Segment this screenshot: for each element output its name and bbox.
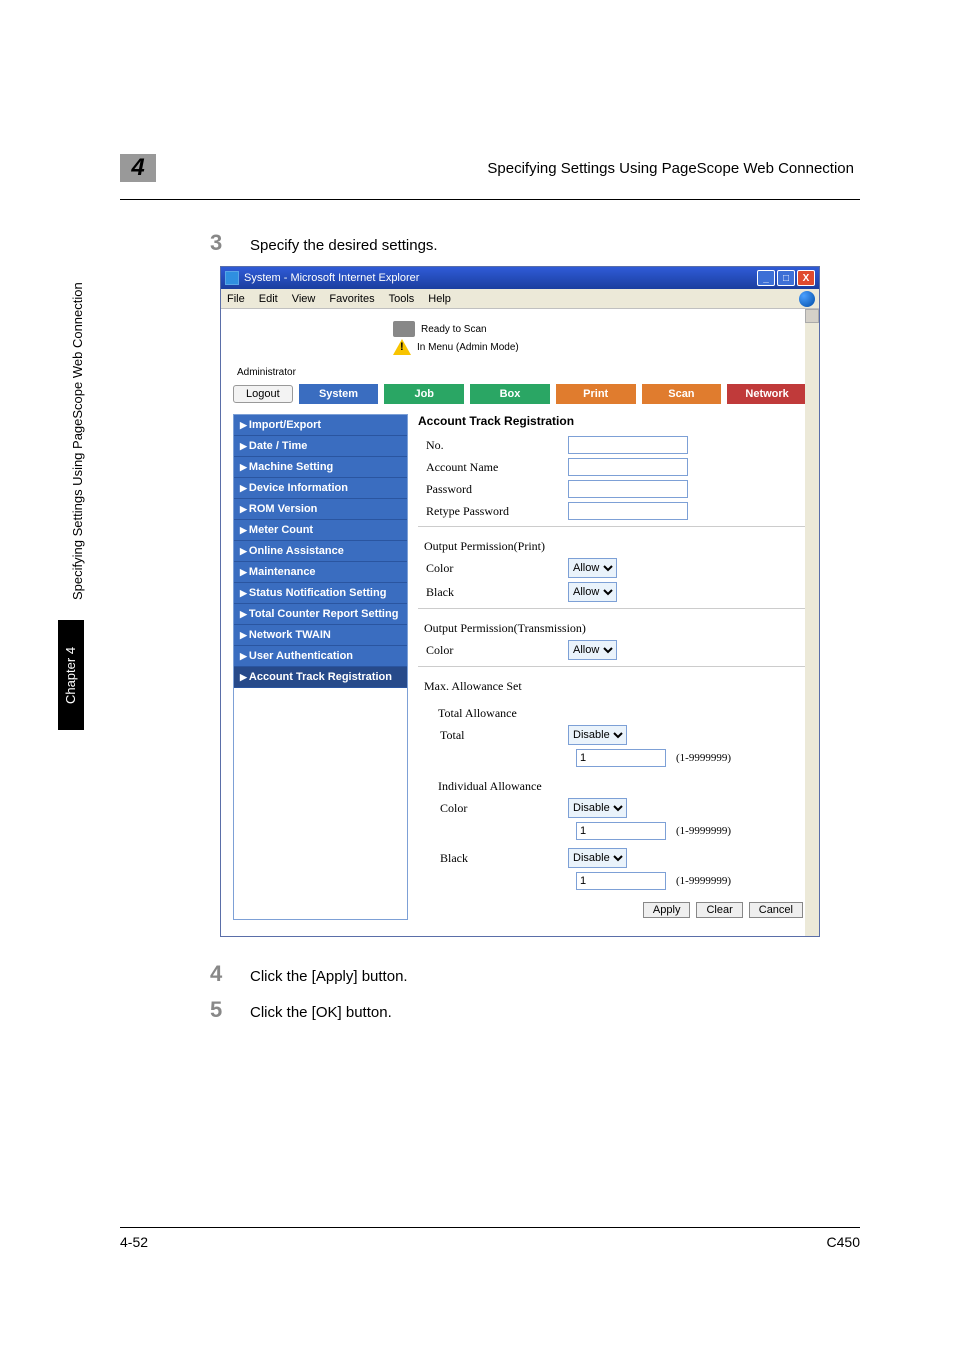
window-title: System - Microsoft Internet Explorer (244, 272, 419, 284)
sidebar-item-online-assistance[interactable]: ▶Online Assistance (234, 541, 407, 562)
label-print-black: Black (418, 585, 568, 600)
menu-file[interactable]: File (227, 293, 245, 305)
step-text: Specify the desired settings. (250, 237, 860, 254)
device-status: Ready to Scan In Menu (Admin Mode) (393, 321, 807, 355)
step-number: 4 (210, 961, 250, 987)
menu-view[interactable]: View (292, 293, 316, 305)
select-ind-color[interactable]: Disable (568, 798, 627, 818)
range-hint-ind-color: (1-9999999) (676, 825, 731, 837)
input-no[interactable] (568, 436, 688, 454)
browser-menubar: File Edit View Favorites Tools Help (221, 289, 819, 309)
sidebar-item-meter-count[interactable]: ▶Meter Count (234, 520, 407, 541)
sidebar-item-device-information[interactable]: ▶Device Information (234, 478, 407, 499)
tab-print[interactable]: Print (556, 384, 636, 404)
step-number: 5 (210, 997, 250, 1023)
label-no: No. (418, 438, 568, 453)
step-number: 3 (210, 230, 250, 256)
label-retype-password: Retype Password (418, 504, 568, 519)
sidebar-item-user-authentication[interactable]: ▶User Authentication (234, 646, 407, 667)
running-title: Specifying Settings Using PageScope Web … (487, 160, 854, 177)
input-password[interactable] (568, 480, 688, 498)
ie-page-icon (225, 271, 239, 285)
apply-button[interactable]: Apply (643, 902, 691, 918)
step-3: 3 Specify the desired settings. (210, 230, 860, 256)
sidebar-item-total-counter-report[interactable]: ▶Total Counter Report Setting (234, 604, 407, 625)
chapter-tab: Chapter 4 (58, 620, 84, 730)
sidebar-item-account-track-registration[interactable]: ▶Account Track Registration (234, 667, 407, 688)
section-output-print: Output Permission(Print) (424, 539, 807, 554)
menu-edit[interactable]: Edit (259, 293, 278, 305)
tab-box[interactable]: Box (470, 384, 550, 404)
page-header: 4 Specifying Settings Using PageScope We… (120, 160, 860, 200)
page-number: 4-52 (120, 1234, 148, 1250)
sidebar-item-maintenance[interactable]: ▶Maintenance (234, 562, 407, 583)
section-individual-allowance: Individual Allowance (424, 779, 807, 794)
input-total-value[interactable] (576, 749, 666, 767)
ie-logo-icon (799, 291, 815, 307)
printer-icon (393, 321, 415, 337)
select-ind-black[interactable]: Disable (568, 848, 627, 868)
form-heading: Account Track Registration (418, 414, 807, 428)
label-total: Total (418, 728, 568, 743)
menu-help[interactable]: Help (428, 293, 451, 305)
minimize-button[interactable]: _ (757, 270, 775, 286)
admin-label: Administrator (237, 367, 807, 378)
settings-sidebar: ▶Import/Export ▶Date / Time ▶Machine Set… (233, 414, 408, 920)
side-running-title: Specifying Settings Using PageScope Web … (70, 282, 85, 600)
select-total[interactable]: Disable (568, 725, 627, 745)
select-print-color[interactable]: Allow (568, 558, 617, 578)
maximize-button[interactable]: □ (777, 270, 795, 286)
label-ind-color: Color (418, 801, 568, 816)
step-5: 5 Click the [OK] button. (210, 997, 860, 1023)
sidebar-item-network-twain[interactable]: ▶Network TWAIN (234, 625, 407, 646)
sidebar-item-machine-setting[interactable]: ▶Machine Setting (234, 457, 407, 478)
model-number: C450 (827, 1234, 860, 1250)
close-button[interactable]: X (797, 270, 815, 286)
warning-icon (393, 339, 411, 355)
step-text: Click the [Apply] button. (250, 968, 860, 985)
tab-system[interactable]: System (299, 384, 379, 404)
step-4: 4 Click the [Apply] button. (210, 961, 860, 987)
logout-button[interactable]: Logout (233, 385, 293, 403)
section-total-allowance: Total Allowance (424, 706, 807, 721)
menu-favorites[interactable]: Favorites (329, 293, 374, 305)
page-footer: 4-52 C450 (120, 1227, 860, 1250)
sidebar-item-rom-version[interactable]: ▶ROM Version (234, 499, 407, 520)
label-trans-color: Color (418, 643, 568, 658)
input-ind-black-value[interactable] (576, 872, 666, 890)
sidebar-item-status-notification[interactable]: ▶Status Notification Setting (234, 583, 407, 604)
main-form: Account Track Registration No. Account N… (418, 414, 807, 920)
tab-job[interactable]: Job (384, 384, 464, 404)
step-text: Click the [OK] button. (250, 1004, 860, 1021)
select-print-black[interactable]: Allow (568, 582, 617, 602)
window-titlebar: System - Microsoft Internet Explorer _ □… (221, 267, 819, 289)
label-ind-black: Black (418, 851, 568, 866)
chapter-number-badge: 4 (120, 154, 156, 182)
cancel-button[interactable]: Cancel (749, 902, 803, 918)
input-account-name[interactable] (568, 458, 688, 476)
range-hint-ind-black: (1-9999999) (676, 875, 731, 887)
label-account-name: Account Name (418, 460, 568, 475)
sidebar-item-date-time[interactable]: ▶Date / Time (234, 436, 407, 457)
select-trans-color[interactable]: Allow (568, 640, 617, 660)
menu-tools[interactable]: Tools (389, 293, 415, 305)
status-ready: Ready to Scan (421, 324, 487, 335)
label-print-color: Color (418, 561, 568, 576)
clear-button[interactable]: Clear (696, 902, 742, 918)
section-output-transmission: Output Permission(Transmission) (424, 621, 807, 636)
input-ind-color-value[interactable] (576, 822, 666, 840)
embedded-screenshot: System - Microsoft Internet Explorer _ □… (220, 266, 820, 937)
range-hint-total: (1-9999999) (676, 752, 731, 764)
status-mode: In Menu (Admin Mode) (417, 342, 519, 353)
sidebar-item-import-export[interactable]: ▶Import/Export (234, 415, 407, 436)
label-password: Password (418, 482, 568, 497)
input-retype-password[interactable] (568, 502, 688, 520)
tab-network[interactable]: Network (727, 384, 807, 404)
scrollbar[interactable] (805, 309, 819, 936)
section-max-allowance: Max. Allowance Set (424, 679, 807, 694)
tab-scan[interactable]: Scan (642, 384, 722, 404)
